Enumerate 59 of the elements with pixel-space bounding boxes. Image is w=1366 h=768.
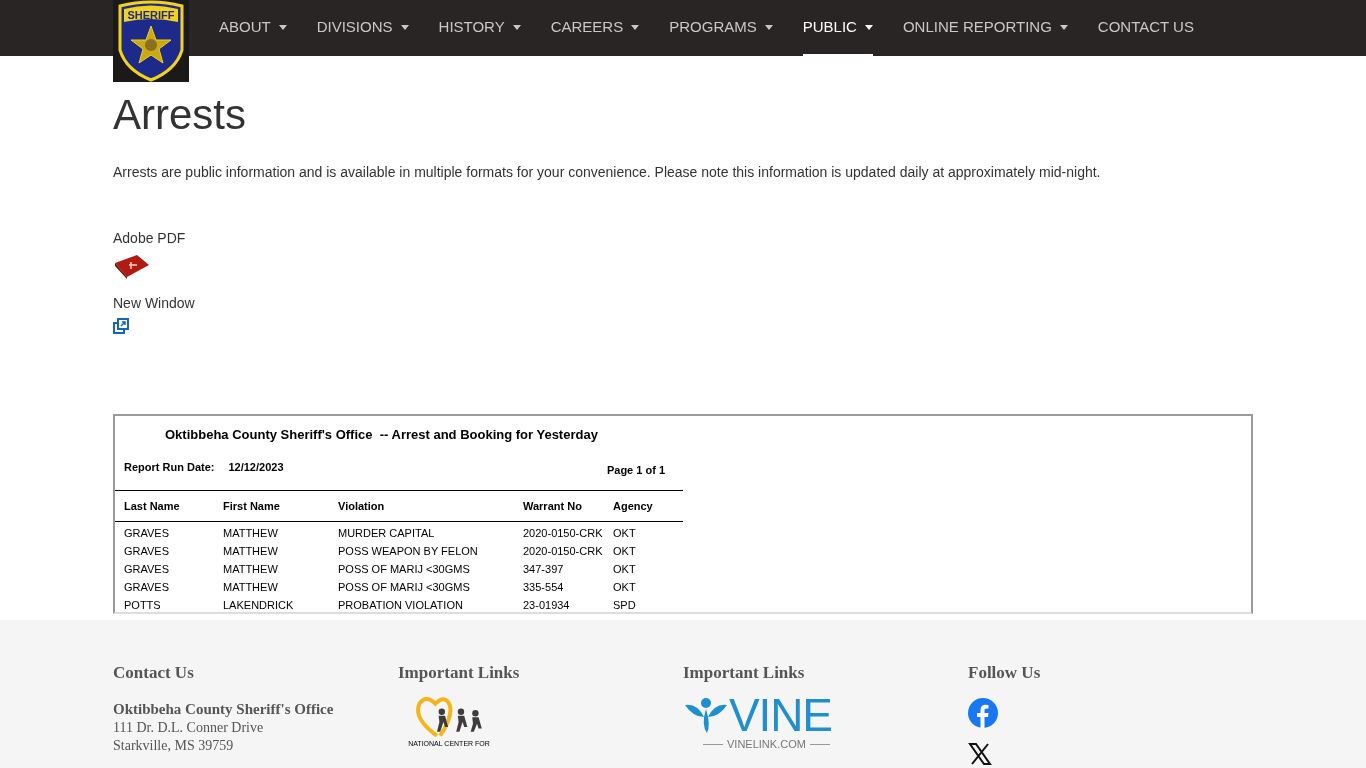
page-count: Page 1 of 1 <box>606 462 665 478</box>
intro-text: Arrests are public information and is available in multiple formats for your convenience. Please note this information is updated daily at approximately mid-night. <box>113 163 1102 182</box>
table-cell-text: OKT <box>613 526 637 540</box>
sheriff-badge-logo[interactable]: SHERIFF <box>116 0 186 82</box>
run-date-label: Report Run Date: <box>124 459 215 475</box>
table-cell-text: SPD <box>613 598 637 612</box>
nav-link[interactable]: ABOUT <box>219 0 287 56</box>
table-cell-text: 23-01934 <box>523 598 571 612</box>
new-window-icon[interactable] <box>113 318 129 334</box>
column-header: Warrant No <box>523 498 583 514</box>
table-cell-text: MATTHEW <box>223 580 279 594</box>
run-date: 12/12/2023 <box>228 459 284 475</box>
table-cell-text: MURDER CAPITAL <box>338 526 436 540</box>
table-cell-text: 335-554 <box>523 580 565 594</box>
table-cell-text: MATTHEW <box>223 544 279 558</box>
column-header: First Name <box>223 498 281 514</box>
footer-heading: Contact Us <box>113 662 195 684</box>
footer-heading: Follow Us <box>968 662 1042 684</box>
format-label: New Window <box>113 294 195 313</box>
nav-link[interactable]: PROGRAMS <box>669 0 773 56</box>
table-cell-text: OKT <box>613 580 637 594</box>
footer-heading: Important Links <box>683 662 806 684</box>
nav-link[interactable]: CAREERS <box>550 0 640 56</box>
table-cell-text: GRAVES <box>124 544 171 558</box>
table-cell-text: 347-397 <box>523 562 565 576</box>
column-header: Last Name <box>124 498 181 514</box>
table-cell-text: MATTHEW <box>223 526 279 540</box>
nav-link[interactable]: PUBLIC <box>802 0 873 56</box>
nav-link[interactable]: CONTACT US <box>1097 0 1194 56</box>
table-cell-text: GRAVES <box>124 580 171 594</box>
table-cell-text: POTTS <box>124 598 162 612</box>
x-icon[interactable] <box>968 741 992 766</box>
table-cell-text: PROBATION VIOLATION <box>338 598 464 612</box>
facebook-icon[interactable] <box>968 697 998 728</box>
address-line: 111 Dr. D.L. Conner Drive <box>113 718 265 737</box>
footer-heading: Important Links <box>398 662 521 684</box>
table-cell-text: POSS OF MARIJ <30GMS <box>338 580 471 594</box>
address-line: Starkville, MS 39759 <box>113 736 235 755</box>
format-label: Adobe PDF <box>113 229 186 248</box>
office-name: Oktibbeha County Sheriff's Office <box>113 699 335 719</box>
table-cell-text: 2020-0150-CRK <box>523 544 604 558</box>
nav-link[interactable]: HISTORY <box>438 0 521 56</box>
pdf-icon[interactable] <box>113 253 151 279</box>
vine-logo[interactable]: VINE VINELINK.COM <box>683 691 863 751</box>
page-title: Arrests <box>113 94 247 136</box>
table-cell-text: MATTHEW <box>223 562 279 576</box>
table-cell-text: 2020-0150-CRK <box>523 526 604 540</box>
table-cell-text: GRAVES <box>124 562 171 576</box>
table-cell-text: OKT <box>613 562 637 576</box>
table-cell-text: OKT <box>613 544 637 558</box>
table-cell-text: LAKENDRICK <box>223 598 295 612</box>
table-cell-text: GRAVES <box>124 526 171 540</box>
column-header: Violation <box>338 498 386 514</box>
column-header: Agency <box>613 498 654 514</box>
nav-link[interactable]: ONLINE REPORTING <box>902 0 1068 56</box>
table-cell-text: POSS OF MARIJ <30GMS <box>338 562 471 576</box>
nav-link[interactable]: DIVISIONS <box>316 0 409 56</box>
table-cell-text: POSS WEAPON BY FELON <box>338 544 479 558</box>
report-title: Oktibbeha County Sheriff's Office -- Arrest and Booking for Yesterday <box>165 426 599 444</box>
